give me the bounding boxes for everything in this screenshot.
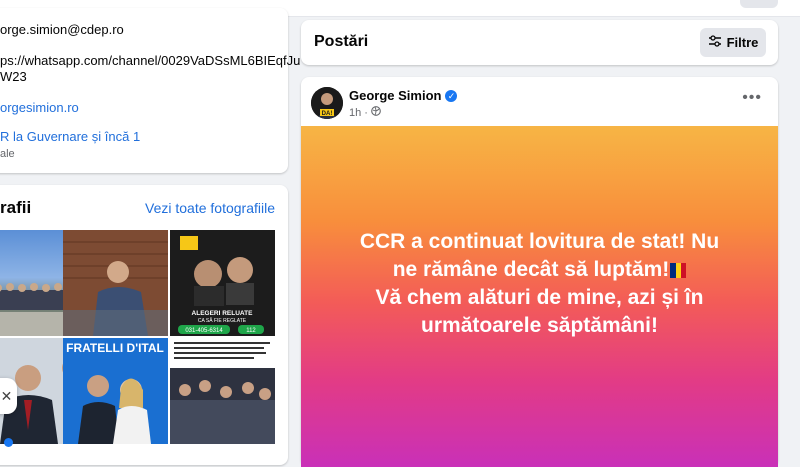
see-all-photos-link[interactable]: Vezi toate fotografiile bbox=[145, 200, 275, 216]
svg-text:ALEGERI RELUATE: ALEGERI RELUATE bbox=[192, 310, 254, 317]
notification-dot bbox=[4, 438, 13, 447]
photo-document-crowd[interactable] bbox=[170, 338, 275, 444]
group-link[interactable]: R la Guvernare și încă 1 bbox=[0, 129, 140, 144]
floating-close-widget[interactable]: ✕ bbox=[0, 378, 17, 414]
photos-title: rafii bbox=[0, 198, 32, 217]
intro-card: orge.simion@cdep.ro ps://whatsapp.com/ch… bbox=[0, 8, 300, 173]
whatsapp-link-line1[interactable]: ps://whatsapp.com/channel/0029VaDSsML6BI… bbox=[0, 53, 300, 68]
post-text-line3: Vă chem alături de mine, azi și în bbox=[375, 285, 704, 309]
whatsapp-link-line2[interactable]: W23 bbox=[0, 69, 27, 84]
avatar[interactable]: DA! bbox=[311, 87, 343, 119]
author-name[interactable]: George Simion bbox=[349, 88, 441, 103]
filter-label: Filtre bbox=[726, 35, 759, 50]
photo-man-brick-wall[interactable] bbox=[63, 230, 168, 336]
photo-poster-alegeri[interactable]: ALEGERI RELUATE CA SĂ FIE REGLATE 031-40… bbox=[170, 230, 275, 336]
post-text-line4: următoarele săptămâni! bbox=[421, 313, 658, 337]
post-text: CCR a continuat lovitura de stat! Nu ne … bbox=[325, 228, 755, 340]
photos-card: rafii Vezi toate fotografiile ALEGERI RE… bbox=[0, 185, 288, 465]
svg-text:FRATELLI D'ITAL: FRATELLI D'ITAL bbox=[66, 341, 164, 355]
post-text-line1: CCR a continuat lovitura de stat! Nu bbox=[359, 229, 720, 253]
posts-title: Postări bbox=[314, 33, 369, 50]
website-link[interactable]: orgesimion.ro bbox=[0, 100, 79, 115]
svg-text:112: 112 bbox=[246, 328, 256, 334]
verified-badge-icon: ✓ bbox=[445, 89, 458, 102]
post-text-line2: ne rămâne decât să luptăm! bbox=[392, 257, 670, 281]
avatar-badge-text: DA! bbox=[322, 111, 333, 117]
globe-icon bbox=[371, 106, 381, 119]
filter-button[interactable]: Filtre bbox=[700, 28, 766, 57]
post-author[interactable]: George Simion ✓ bbox=[349, 88, 458, 103]
post-banner: CCR a continuat lovitura de stat! Nu ne … bbox=[301, 126, 778, 467]
group-sub-text: ale bbox=[0, 148, 15, 160]
romania-flag-icon bbox=[670, 262, 687, 278]
close-icon[interactable]: ✕ bbox=[1, 388, 13, 405]
top-right-button[interactable] bbox=[740, 0, 778, 8]
svg-text:031-405-6314: 031-405-6314 bbox=[185, 328, 223, 334]
svg-text:CA SĂ FIE REGLATE: CA SĂ FIE REGLATE bbox=[198, 317, 247, 324]
post-meta: 1h · bbox=[349, 106, 381, 119]
post-time[interactable]: 1h bbox=[349, 107, 361, 119]
posts-header-card: Postări Filtre bbox=[301, 20, 778, 65]
photo-fratelli-italia[interactable]: FRATELLI D'ITAL bbox=[63, 338, 168, 444]
email-text: orge.simion@cdep.ro bbox=[0, 22, 124, 37]
post-card: DA! George Simion ✓ 1h · ••• CCR a conti… bbox=[301, 77, 778, 467]
more-options-icon[interactable]: ••• bbox=[742, 89, 762, 107]
sliders-icon bbox=[708, 35, 722, 50]
